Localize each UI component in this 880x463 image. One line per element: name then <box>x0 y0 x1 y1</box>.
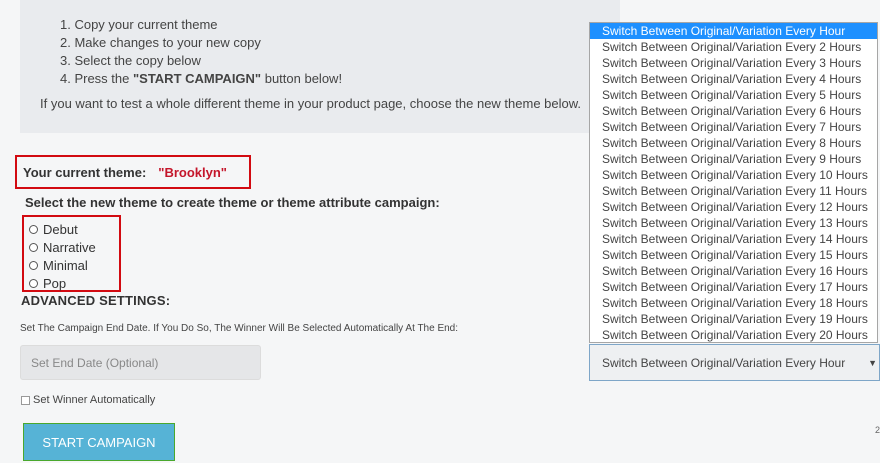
set-winner-label: Set Winner Automatically <box>33 394 156 406</box>
theme-option-minimal[interactable]: Minimal <box>29 256 88 274</box>
instructions-note: If you want to test a whole different th… <box>40 96 582 111</box>
switch-interval-option[interactable]: Switch Between Original/Variation Every … <box>590 263 877 279</box>
step-prefix: 4. Press the <box>60 71 133 86</box>
instructions-panel: 1. Copy your current theme 2. Make chang… <box>20 0 620 133</box>
instruction-step: 2. Make changes to your new copy <box>60 35 261 50</box>
current-theme-value: "Brooklyn" <box>158 164 227 180</box>
chevron-down-icon[interactable]: ▼ <box>868 358 877 368</box>
step-emphasis: "START CAMPAIGN" <box>132 71 262 86</box>
theme-option-debut[interactable]: Debut <box>29 220 78 238</box>
switch-interval-option[interactable]: Switch Between Original/Variation Every … <box>590 327 877 342</box>
switch-interval-option[interactable]: Switch Between Original/Variation Every … <box>590 311 877 327</box>
set-winner-checkbox[interactable] <box>21 395 30 405</box>
current-theme-label: Your current theme: <box>23 164 147 180</box>
instruction-step: 3. Select the copy below <box>60 53 201 68</box>
radio-button[interactable] <box>29 278 38 288</box>
switch-interval-option[interactable]: Switch Between Original/Variation Every … <box>590 279 877 295</box>
switch-interval-option[interactable]: Switch Between Original/Variation Every … <box>590 295 877 311</box>
switch-interval-options-list[interactable]: Switch Between Original/Variation Every … <box>589 22 878 343</box>
instruction-step: 1. Copy your current theme <box>60 17 218 32</box>
switch-interval-option[interactable]: Switch Between Original/Variation Every … <box>590 231 877 247</box>
switch-interval-option[interactable]: Switch Between Original/Variation Every … <box>590 55 877 71</box>
theme-option-label: Narrative <box>43 239 96 255</box>
switch-interval-option[interactable]: Switch Between Original/Variation Every … <box>590 199 877 215</box>
switch-interval-option[interactable]: Switch Between Original/Variation Every … <box>590 183 877 199</box>
switch-interval-option[interactable]: Switch Between Original/Variation Every … <box>590 167 877 183</box>
switch-interval-option[interactable]: Switch Between Original/Variation Every … <box>590 87 877 103</box>
advanced-settings-title: ADVANCED SETTINGS: <box>21 293 171 308</box>
theme-select-title: Select the new theme to create theme or … <box>25 195 440 210</box>
end-date-input[interactable] <box>20 345 261 380</box>
end-date-note: Set The Campaign End Date. If You Do So,… <box>20 323 459 334</box>
theme-option-label: Debut <box>43 221 78 237</box>
radio-button[interactable] <box>29 260 38 270</box>
theme-option-pop[interactable]: Pop <box>29 274 66 292</box>
switch-interval-option[interactable]: Switch Between Original/Variation Every … <box>590 119 877 135</box>
switch-interval-option[interactable]: Switch Between Original/Variation Every … <box>590 39 877 55</box>
switch-interval-option[interactable]: Switch Between Original/Variation Every … <box>590 103 877 119</box>
current-theme-box: Your current theme: "Brooklyn" <box>15 155 251 189</box>
theme-option-label: Minimal <box>43 257 88 273</box>
radio-button[interactable] <box>29 242 38 252</box>
set-winner-row[interactable]: Set Winner Automatically <box>21 394 155 406</box>
instruction-step: 4. Press the "START CAMPAIGN" button bel… <box>60 70 342 88</box>
instruction-steps: 1. Copy your current theme 2. Make chang… <box>60 16 342 88</box>
switch-interval-selected-value: Switch Between Original/Variation Every … <box>602 355 846 370</box>
switch-interval-option[interactable]: Switch Between Original/Variation Every … <box>590 247 877 263</box>
radio-button[interactable] <box>29 224 38 234</box>
switch-interval-option[interactable]: Switch Between Original/Variation Every … <box>590 135 877 151</box>
switch-interval-option[interactable]: Switch Between Original/Variation Every … <box>590 23 877 39</box>
switch-interval-option[interactable]: Switch Between Original/Variation Every … <box>590 151 877 167</box>
switch-interval-option[interactable]: Switch Between Original/Variation Every … <box>590 215 877 231</box>
switch-interval-select[interactable]: Switch Between Original/Variation Every … <box>589 344 880 381</box>
step-suffix: button below! <box>261 71 343 86</box>
switch-interval-option[interactable]: Switch Between Original/Variation Every … <box>590 71 877 87</box>
edge-mark: 2 <box>875 425 880 435</box>
theme-option-narrative[interactable]: Narrative <box>29 238 96 256</box>
theme-option-label: Pop <box>43 275 67 291</box>
start-campaign-button[interactable]: START CAMPAIGN <box>23 423 175 461</box>
theme-radio-group: Debut Narrative Minimal Pop <box>22 215 121 292</box>
